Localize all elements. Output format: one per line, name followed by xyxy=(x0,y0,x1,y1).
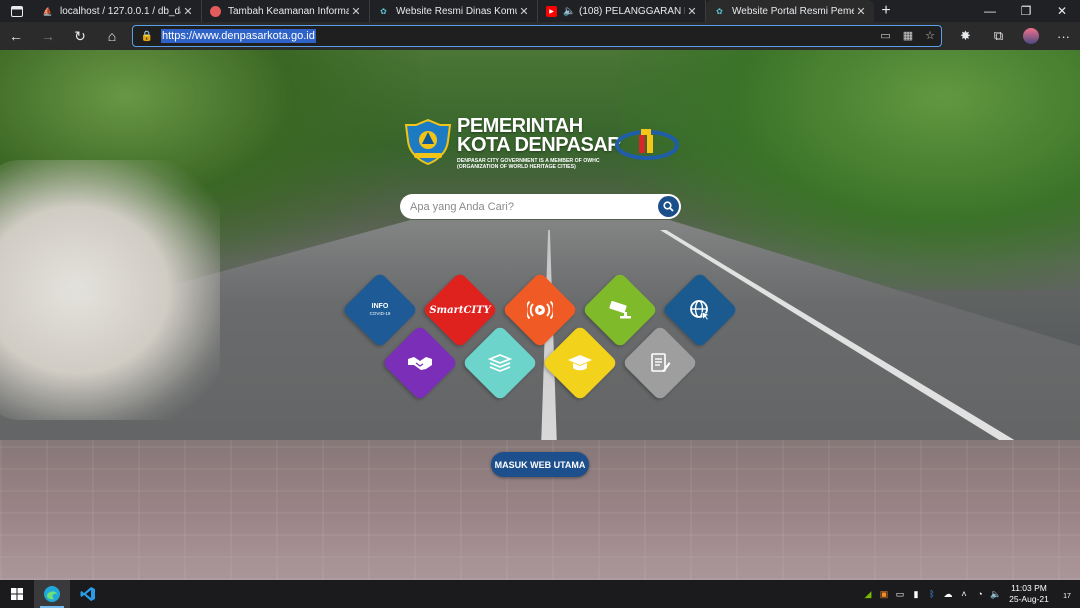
favorite-add-icon[interactable]: ☆ xyxy=(925,29,935,42)
close-icon[interactable]: ✕ xyxy=(517,5,531,18)
phpmyadmin-icon: ⛵ xyxy=(42,6,53,16)
clock-time: 11:03 PM xyxy=(1011,583,1047,593)
battery-icon[interactable]: ▭ xyxy=(892,589,908,600)
minimize-icon[interactable]: — xyxy=(972,0,1008,22)
youtube-icon: ▶ xyxy=(546,5,557,17)
logo-title: PEMERINTAH KOTA DENPASAR xyxy=(457,116,622,156)
lock-icon[interactable]: 🔒 xyxy=(133,31,161,42)
tab-title: Tambah Keamanan Informasi - D xyxy=(228,5,349,17)
window-controls: — ❐ ✕ xyxy=(972,0,1080,22)
site-icon: ✿ xyxy=(716,6,723,16)
tab-phpmyadmin[interactable]: ⛵ localhost / 127.0.0.1 / db_damar ✕ xyxy=(34,0,202,22)
wifi-icon[interactable]: ◔ xyxy=(972,589,988,599)
tab-keamanan[interactable]: Tambah Keamanan Informasi - D ✕ xyxy=(202,0,370,22)
security-icon[interactable]: ▮ xyxy=(908,589,924,600)
close-window-icon[interactable]: ✕ xyxy=(1044,0,1080,22)
close-icon[interactable]: ✕ xyxy=(685,5,699,18)
show-hidden-icon[interactable]: ˄ xyxy=(956,589,972,599)
more-menu-icon[interactable]: ··· xyxy=(1047,29,1080,44)
search-bar xyxy=(400,194,681,219)
logo-subtitle-line2: (ORGANIZATION OF WORLD HERITAGE CITIES) xyxy=(457,164,576,170)
menu-sublabel: COVID-19 xyxy=(369,311,391,316)
apps-icon[interactable]: ▦ xyxy=(903,29,913,42)
read-aloud-icon[interactable]: ▭ xyxy=(880,29,890,42)
bluetooth-icon[interactable]: ᛒ xyxy=(924,589,940,599)
windows-start-icon[interactable] xyxy=(0,580,34,608)
cloud-icon[interactable]: ☁ xyxy=(940,589,956,600)
close-icon[interactable]: ✕ xyxy=(349,5,363,18)
tab-title: localhost / 127.0.0.1 / db_damar xyxy=(60,5,181,17)
graduation-cap-icon xyxy=(568,355,592,371)
tab-youtube[interactable]: ▶ 🔈 (108) PELANGGARAN HAM ✕ xyxy=(538,0,706,22)
new-tab-button[interactable]: + xyxy=(874,0,898,22)
notification-center-icon[interactable]: 17 xyxy=(1054,587,1080,601)
clock-date: 25-Aug-21 xyxy=(1009,594,1049,604)
document-edit-icon xyxy=(651,353,671,372)
url-text[interactable]: https://www.denpasarkota.go.id xyxy=(161,29,316,43)
search-button[interactable] xyxy=(658,196,679,217)
forward-icon[interactable]: → xyxy=(32,22,64,50)
layers-icon xyxy=(488,354,512,372)
home-icon[interactable]: ⌂ xyxy=(96,22,128,50)
search-icon xyxy=(663,201,674,212)
browser-toolbar: ← → ↻ ⌂ 🔒 https://www.denpasarkota.go.id… xyxy=(0,22,1080,50)
address-bar[interactable]: 🔒 https://www.denpasarkota.go.id ▭ ▦ ☆ xyxy=(132,25,942,47)
city-emblem-icon xyxy=(404,119,452,165)
portal-page: PEMERINTAH KOTA DENPASAR DENPASAR CITY G… xyxy=(0,50,1080,580)
menu-partnership[interactable] xyxy=(381,324,459,402)
back-icon[interactable]: ← xyxy=(0,22,32,50)
tab-title: Website Portal Resmi Pemerintah xyxy=(732,5,854,17)
speaker-icon[interactable]: 🔈 xyxy=(563,6,575,17)
logo-title-line2: KOTA DENPASAR xyxy=(457,134,622,156)
restore-icon[interactable]: ❐ xyxy=(1008,0,1044,22)
notification-count: 17 xyxy=(1063,593,1071,600)
tab-actions-icon[interactable] xyxy=(0,0,34,22)
menu-education[interactable] xyxy=(541,324,619,402)
site-icon xyxy=(210,5,221,17)
windows-taskbar: ◢ ▣ ▭ ▮ ᛒ ☁ ˄ ◔ 🔈 11:03 PM 25-Aug-21 17 xyxy=(0,580,1080,608)
tab-portal-denpasar[interactable]: ✿ Website Portal Resmi Pemerintah ✕ xyxy=(706,0,874,22)
tab-dinas-kominfo[interactable]: ✿ Website Resmi Dinas Komunikas ✕ xyxy=(370,0,538,22)
enter-main-site-button[interactable]: MASUK WEB UTAMA xyxy=(491,452,589,477)
tab-title: (108) PELANGGARAN HAM xyxy=(579,5,685,17)
edge-icon[interactable] xyxy=(34,580,70,608)
avatar[interactable] xyxy=(1023,28,1039,44)
system-tray: ◢ ▣ ▭ ▮ ᛒ ☁ ˄ ◔ 🔈 11:03 PM 25-Aug-21 17 xyxy=(860,580,1080,608)
cctv-camera-icon xyxy=(609,300,631,319)
menu-layers[interactable] xyxy=(461,324,539,402)
owhc-logo-icon xyxy=(615,129,679,160)
taskbar-clock[interactable]: 11:03 PM 25-Aug-21 xyxy=(1004,583,1054,605)
search-input[interactable] xyxy=(410,200,650,213)
nvidia-icon[interactable]: ◢ xyxy=(860,589,876,600)
collections-icon[interactable]: ⧉ xyxy=(982,28,1015,44)
extension-icon[interactable]: ✸ xyxy=(949,28,982,44)
menu-label: SmartCITY xyxy=(429,304,491,316)
menu-forms[interactable] xyxy=(621,324,699,402)
menu-label: INFO xyxy=(371,303,389,310)
refresh-icon[interactable]: ↻ xyxy=(64,22,96,50)
close-icon[interactable]: ✕ xyxy=(854,5,868,18)
globe-cursor-icon xyxy=(690,300,710,321)
site-icon: ✿ xyxy=(380,6,387,16)
tab-title: Website Resmi Dinas Komunikas xyxy=(396,5,517,17)
logo-subtitle: DENPASAR CITY GOVERNMENT IS A MEMBER OF … xyxy=(457,158,617,170)
app-tray-icon[interactable]: ▣ xyxy=(876,589,892,600)
site-logo[interactable]: PEMERINTAH KOTA DENPASAR DENPASAR CITY G… xyxy=(404,116,694,173)
handshake-icon xyxy=(408,357,432,370)
tab-strip: ⛵ localhost / 127.0.0.1 / db_damar ✕ Tam… xyxy=(0,0,1080,22)
volume-icon[interactable]: 🔈 xyxy=(988,589,1004,600)
broadcast-play-icon xyxy=(527,300,553,320)
close-icon[interactable]: ✕ xyxy=(181,5,195,18)
vscode-icon[interactable] xyxy=(70,580,106,608)
